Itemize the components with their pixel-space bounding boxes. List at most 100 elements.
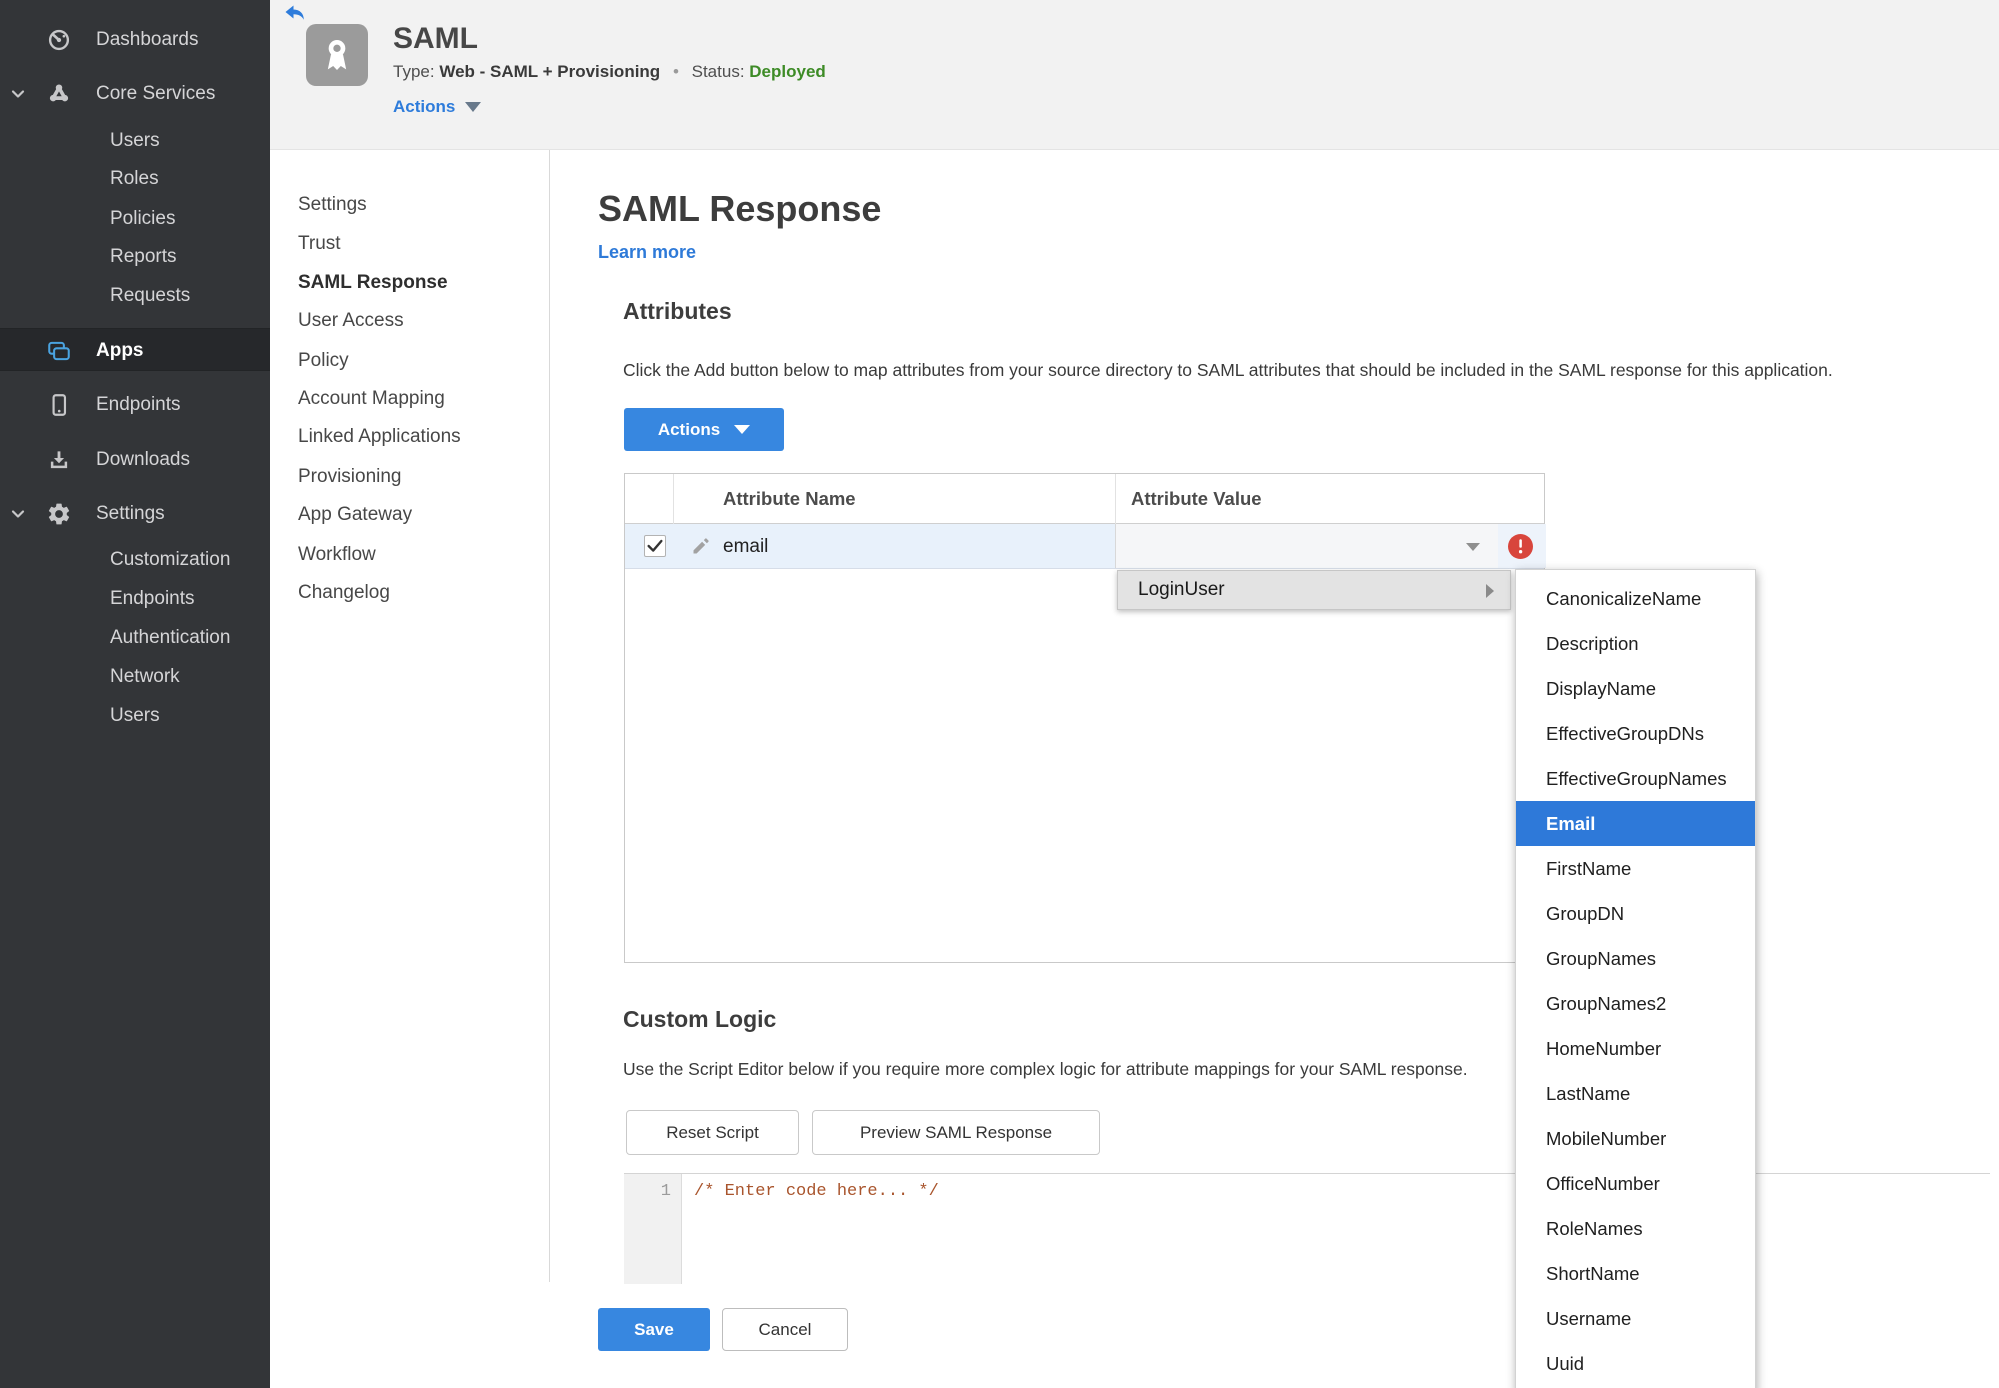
attributes-table: Attribute Name Attribute Value email xyxy=(624,473,1546,963)
sidebar-item-label: Reports xyxy=(110,246,177,267)
app-title: SAML xyxy=(393,22,478,55)
attributes-heading: Attributes xyxy=(623,298,732,324)
sidebar-item-label: Apps xyxy=(96,340,144,361)
attribute-value-cell[interactable] xyxy=(1115,524,1498,568)
menu-item-email[interactable]: Email xyxy=(1516,801,1755,846)
line-number: 1 xyxy=(660,1182,671,1201)
reset-script-label: Reset Script xyxy=(666,1122,759,1142)
row-checkbox[interactable] xyxy=(644,535,666,557)
sidebar-item-roles[interactable]: Roles xyxy=(0,162,270,196)
actions-label: Actions xyxy=(393,97,456,116)
sidebar-item-apps[interactable]: Apps xyxy=(0,328,270,371)
download-icon xyxy=(50,451,68,469)
save-label: Save xyxy=(634,1319,674,1339)
reset-script-button[interactable]: Reset Script xyxy=(626,1110,799,1155)
caret-down-icon xyxy=(1466,543,1480,551)
menu-item-groupnames2[interactable]: GroupNames2 xyxy=(1516,981,1755,1026)
column-divider xyxy=(1115,474,1116,524)
column-header-attribute-name: Attribute Name xyxy=(723,488,856,509)
sidebar-item-label: Requests xyxy=(110,285,191,306)
cancel-label: Cancel xyxy=(758,1319,812,1339)
tab-workflow[interactable]: Workflow xyxy=(298,542,376,568)
menu-item-canonicalizename[interactable]: CanonicalizeName xyxy=(1516,576,1755,621)
menu-item-shortname[interactable]: ShortName xyxy=(1516,1251,1755,1296)
caret-down-icon xyxy=(734,425,751,434)
sidebar-item-users[interactable]: Users xyxy=(0,124,270,158)
column-divider xyxy=(673,474,674,524)
preview-saml-response-label: Preview SAML Response xyxy=(859,1122,1053,1142)
attribute-submenu: CanonicalizeName Description DisplayName… xyxy=(1515,569,1756,1388)
pencil-icon[interactable] xyxy=(691,536,711,556)
sidebar-item-authentication[interactable]: Authentication xyxy=(0,621,270,655)
sidebar-item-core-services[interactable]: Core Services xyxy=(0,77,270,111)
tab-linked-applications[interactable]: Linked Applications xyxy=(298,424,461,450)
tab-account-mapping[interactable]: Account Mapping xyxy=(298,386,445,412)
menu-item-effectivegroupnames[interactable]: EffectiveGroupNames xyxy=(1516,756,1755,801)
error-cell xyxy=(1498,524,1546,568)
menu-item-homenumber[interactable]: HomeNumber xyxy=(1516,1026,1755,1071)
menu-item-lastname[interactable]: LastName xyxy=(1516,1071,1755,1116)
tab-provisioning[interactable]: Provisioning xyxy=(298,464,402,490)
menu-item-displayname[interactable]: DisplayName xyxy=(1516,666,1755,711)
sidebar-item-label: Authentication xyxy=(110,627,231,648)
caret-down-icon xyxy=(465,102,482,112)
menu-item-uuid[interactable]: Uuid xyxy=(1516,1341,1755,1386)
sidebar-item-label: Downloads xyxy=(96,449,190,470)
editor-gutter: 1 xyxy=(624,1174,682,1284)
menu-item-firstname[interactable]: FirstName xyxy=(1516,846,1755,891)
separator-dot: • xyxy=(672,62,679,81)
sidebar-item-users-settings[interactable]: Users xyxy=(0,699,270,733)
gauge-icon xyxy=(48,29,70,51)
menu-item-groupdn[interactable]: GroupDN xyxy=(1516,891,1755,936)
sidebar-item-label: Core Services xyxy=(96,83,216,104)
value-dropdown-loginuser[interactable]: LoginUser xyxy=(1117,570,1511,610)
header-actions-menu[interactable]: Actions xyxy=(393,97,482,117)
back-arrow-icon[interactable] xyxy=(283,4,307,24)
sidebar-item-endpoints[interactable]: Endpoints xyxy=(0,388,270,422)
sidebar-item-label: Settings xyxy=(96,503,165,524)
sidebar-item-downloads[interactable]: Downloads xyxy=(0,443,270,477)
status-badge: Deployed xyxy=(749,62,826,81)
tab-user-access[interactable]: User Access xyxy=(298,308,404,334)
menu-item-username[interactable]: Username xyxy=(1516,1296,1755,1341)
sidebar-item-label: Policies xyxy=(110,208,176,229)
preview-saml-response-button[interactable]: Preview SAML Response xyxy=(812,1110,1100,1155)
app-header: SAML Type: Web - SAML + Provisioning • S… xyxy=(270,0,1999,150)
menu-item-officenumber[interactable]: OfficeNumber xyxy=(1516,1161,1755,1206)
chevron-down-icon xyxy=(11,90,25,98)
cancel-button[interactable]: Cancel xyxy=(722,1308,848,1351)
editor-code: /* Enter code here... */ xyxy=(694,1182,939,1201)
learn-more-link[interactable]: Learn more xyxy=(598,242,696,263)
sidebar-item-requests[interactable]: Requests xyxy=(0,279,270,313)
menu-item-description[interactable]: Description xyxy=(1516,621,1755,666)
attributes-actions-button[interactable]: Actions xyxy=(624,408,784,451)
sidebar-item-reports[interactable]: Reports xyxy=(0,240,270,274)
tab-trust[interactable]: Trust xyxy=(298,231,341,257)
tab-changelog[interactable]: Changelog xyxy=(298,580,390,606)
sidebar-item-policies[interactable]: Policies xyxy=(0,202,270,236)
menu-item-groupnames[interactable]: GroupNames xyxy=(1516,936,1755,981)
gear-icon xyxy=(48,503,70,525)
menu-item-mobilenumber[interactable]: MobileNumber xyxy=(1516,1116,1755,1161)
table-header: Attribute Name Attribute Value xyxy=(625,474,1544,524)
sidebar-item-dashboards[interactable]: Dashboards xyxy=(0,23,270,57)
tab-saml-response[interactable]: SAML Response xyxy=(298,270,448,296)
tab-app-gateway[interactable]: App Gateway xyxy=(298,502,412,528)
menu-item-effectivegroupdns[interactable]: EffectiveGroupDNs xyxy=(1516,711,1755,756)
tab-policy[interactable]: Policy xyxy=(298,348,349,374)
sidebar-item-network[interactable]: Network xyxy=(0,660,270,694)
attribute-name-cell: email xyxy=(723,536,769,557)
sidebar: Dashboards Core Services Users Roles Pol… xyxy=(0,0,270,1388)
menu-item-rolenames[interactable]: RoleNames xyxy=(1516,1206,1755,1251)
sidebar-item-customization[interactable]: Customization xyxy=(0,543,270,577)
script-editor[interactable]: 1 /* Enter code here... */ xyxy=(624,1173,1990,1284)
table-row[interactable]: email xyxy=(625,524,1546,569)
sidebar-item-settings[interactable]: Settings xyxy=(0,497,270,531)
sidebar-item-endpoints-settings[interactable]: Endpoints xyxy=(0,582,270,616)
tab-settings[interactable]: Settings xyxy=(298,192,367,218)
checkmark-icon xyxy=(647,539,663,552)
caret-right-icon xyxy=(1486,584,1494,598)
save-button[interactable]: Save xyxy=(598,1308,710,1351)
sidebar-item-label: Dashboards xyxy=(96,29,199,50)
page-title: SAML Response xyxy=(598,188,882,229)
